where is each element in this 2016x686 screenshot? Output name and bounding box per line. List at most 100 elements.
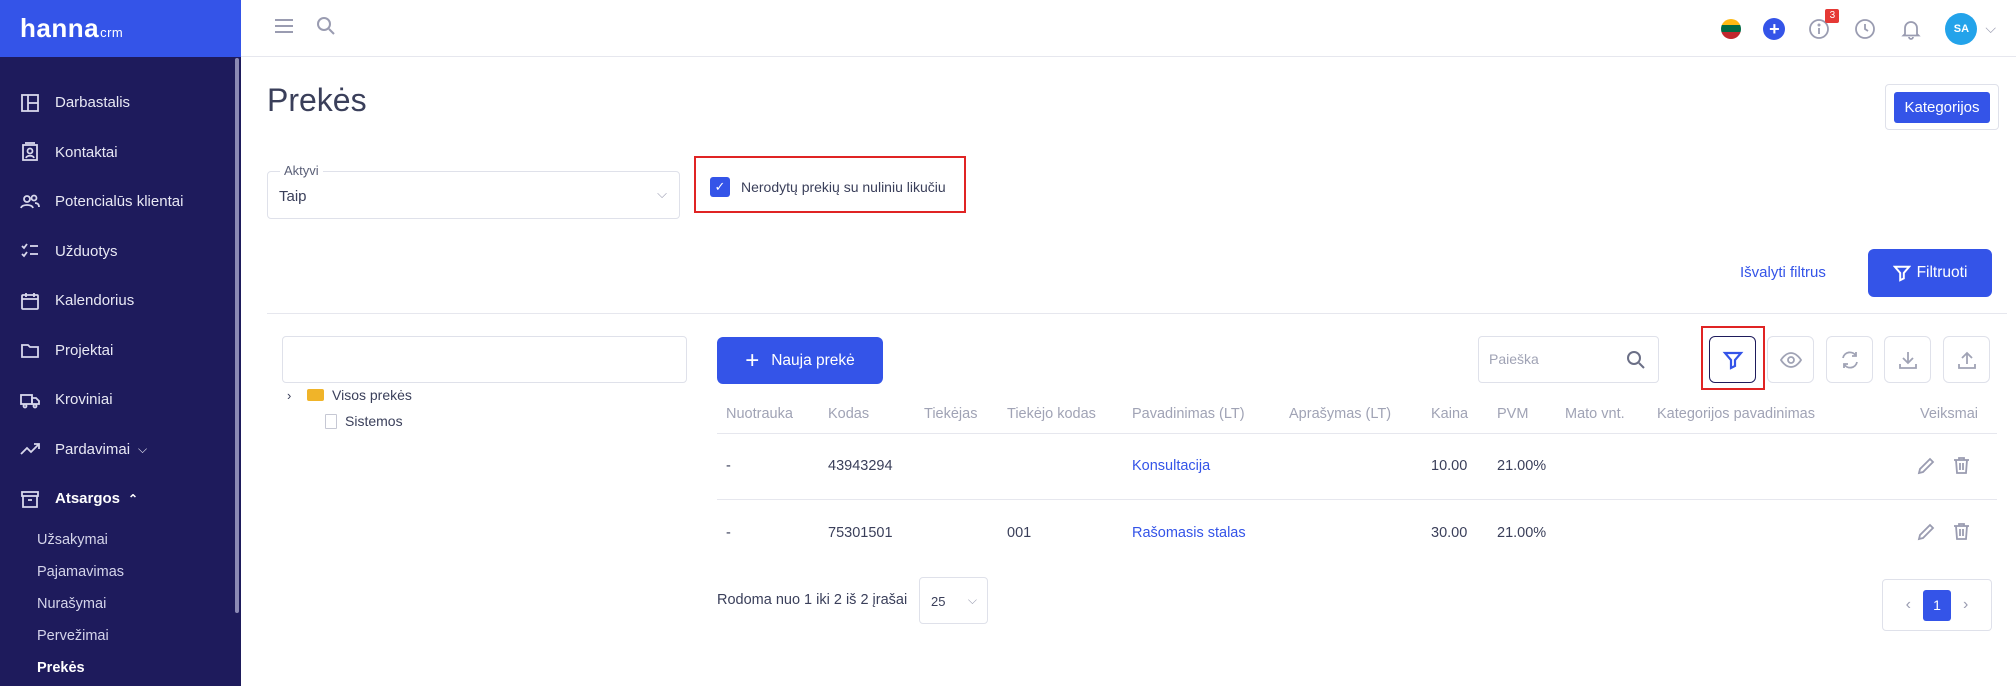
row-actions (1916, 455, 1972, 476)
menu-icon[interactable] (273, 15, 295, 42)
chevron-down-icon: ⌵ (967, 593, 977, 607)
trend-icon (19, 438, 41, 460)
cell-price: 30.00 (1431, 525, 1468, 541)
sidebar-item-projektai[interactable]: Projektai (0, 326, 241, 376)
hide-zero-stock-option[interactable]: ✓ Nerodytų prekių su nuliniu likučiu (710, 177, 946, 197)
cell-name-link[interactable]: Rašomasis stalas (1132, 525, 1246, 541)
refresh-button[interactable] (1826, 336, 1873, 383)
tree-node-child[interactable]: Sistemos (325, 413, 403, 429)
new-product-button[interactable]: + Nauja prekė (717, 337, 883, 384)
page-size-value: 25 (931, 594, 946, 609)
info-icon[interactable]: 3 (1807, 8, 1840, 41)
archive-icon (19, 488, 41, 510)
chevron-right-icon[interactable]: › (1963, 596, 1968, 614)
topbar: + 3 SA ⌵ (241, 0, 2016, 57)
language-flag-icon[interactable] (1721, 18, 1742, 39)
chevron-down-icon: ⌵ (1985, 20, 1996, 36)
sidebar-item-kontaktai[interactable]: Kontaktai (0, 128, 241, 178)
column-header-supplier-code[interactable]: Tiekėjo kodas (1007, 406, 1096, 422)
upload-icon (1957, 351, 1976, 369)
logo-bar[interactable]: hannacrm (0, 0, 241, 57)
avatar[interactable]: SA (1945, 12, 1978, 45)
sidebar-scrollbar[interactable] (235, 58, 239, 613)
sidebar-item-label: Pardavimai (55, 440, 131, 458)
sidebar-subitem-prekes[interactable]: Prekės (37, 652, 241, 684)
delete-icon[interactable] (1951, 521, 1972, 542)
sidebar-subitem-nurasymai[interactable]: Nurašymai (37, 588, 241, 620)
truck-icon (19, 389, 41, 411)
sidebar-item-kalendorius[interactable]: Kalendorius (0, 276, 241, 326)
filter-button-label: Filtruoti (1916, 264, 1968, 281)
active-select[interactable]: Aktyvi Taip ⌵ (267, 163, 680, 219)
product-search-input[interactable] (1489, 351, 1619, 367)
clear-filters-link[interactable]: Išvalyti filtrus (1740, 264, 1826, 281)
chevron-up-icon: ⌃ (128, 491, 139, 506)
column-header-code[interactable]: Kodas (828, 406, 869, 422)
edit-icon[interactable] (1916, 455, 1937, 476)
column-header-vat[interactable]: PVM (1497, 406, 1528, 422)
cell-vat: 21.00% (1497, 458, 1547, 474)
bell-icon[interactable] (1899, 17, 1923, 41)
logo[interactable]: hannacrm (20, 13, 123, 44)
search-icon[interactable] (1626, 350, 1646, 370)
filter-button[interactable]: Filtruoti (1868, 249, 1992, 297)
sidebar-item-potencialus-klientai[interactable]: Potencialūs klientai (0, 177, 241, 227)
sidebar-item-uzduotys[interactable]: Užduotys (0, 227, 241, 277)
sidebar-item-label: Potencialūs klientai (55, 193, 184, 211)
column-header-photo[interactable]: Nuotrauka (726, 406, 793, 422)
tasks-icon (19, 240, 41, 262)
page-size-select[interactable]: 25 ⌵ (919, 577, 988, 624)
divider (267, 313, 2007, 314)
column-header-category[interactable]: Kategorijos pavadinimas (1657, 406, 1815, 422)
upload-button[interactable] (1943, 336, 1990, 383)
sidebar: hannacrm Darbastalis Kontaktai Potencial… (0, 0, 241, 686)
sidebar-item-pardavimai[interactable]: Pardavimai ⌵ (0, 425, 241, 475)
column-header-supplier[interactable]: Tiekėjas (924, 406, 977, 422)
eye-icon (1779, 351, 1802, 368)
table-divider (717, 433, 1997, 434)
contacts-icon (19, 141, 41, 163)
edit-icon[interactable] (1916, 521, 1937, 542)
quick-add-icon[interactable]: + (1763, 17, 1786, 40)
sidebar-item-atsargos[interactable]: Atsargos ⌃ (0, 474, 241, 524)
chevron-down-icon: ⌵ (657, 186, 667, 201)
column-header-unit[interactable]: Mato vnt. (1565, 406, 1625, 422)
cell-name-link[interactable]: Konsultacija (1132, 458, 1210, 474)
sidebar-nav: Darbastalis Kontaktai Potencialūs klient… (0, 78, 241, 684)
tree-node-root[interactable]: › Visos prekės (287, 387, 412, 403)
user-menu[interactable]: SA ⌵ (1945, 12, 1996, 45)
tree-node-label: Visos prekės (332, 387, 412, 403)
users-icon (19, 191, 41, 213)
hide-zero-stock-checkbox[interactable]: ✓ (710, 177, 730, 197)
logo-suffix: crm (100, 25, 124, 40)
tree-search-input[interactable] (282, 336, 687, 383)
download-icon (1898, 351, 1917, 369)
cell-supplier-code: 001 (1007, 525, 1032, 541)
sidebar-item-kroviniai[interactable]: Kroviniai (0, 375, 241, 425)
filter-icon (1892, 265, 1911, 282)
column-header-name[interactable]: Pavadinimas (LT) (1132, 406, 1245, 422)
download-button[interactable] (1884, 336, 1931, 383)
pagination-summary: Rodoma nuo 1 iki 2 iš 2 įrašai (717, 592, 908, 608)
highlight-box (1701, 326, 1765, 390)
product-search (1478, 336, 1659, 383)
tree-node-label: Sistemos (345, 413, 403, 429)
sidebar-subitem-pervezimai[interactable]: Pervežimai (37, 620, 241, 652)
categories-button[interactable]: Kategorijos (1894, 91, 1990, 123)
visibility-button[interactable] (1767, 336, 1814, 383)
clock-icon[interactable] (1853, 17, 1877, 41)
chevron-left-icon[interactable]: ‹ (1906, 596, 1911, 614)
sidebar-subitem-uzsakymai[interactable]: Užsakymai (37, 524, 241, 556)
column-header-price[interactable]: Kaina (1431, 406, 1468, 422)
search-icon[interactable] (315, 15, 337, 42)
sidebar-item-darbastalis[interactable]: Darbastalis (0, 78, 241, 128)
cell-vat: 21.00% (1497, 525, 1547, 541)
active-select-value: Taip (279, 188, 307, 205)
chevron-right-icon[interactable]: › (287, 388, 299, 403)
delete-icon[interactable] (1951, 455, 1972, 476)
categories-button-wrapper: Kategorijos (1885, 84, 1999, 130)
page-number[interactable]: 1 (1923, 589, 1951, 621)
table-divider (717, 499, 1997, 500)
column-header-description[interactable]: Aprašymas (LT) (1289, 406, 1391, 422)
sidebar-subitem-pajamavimas[interactable]: Pajamavimas (37, 556, 241, 588)
